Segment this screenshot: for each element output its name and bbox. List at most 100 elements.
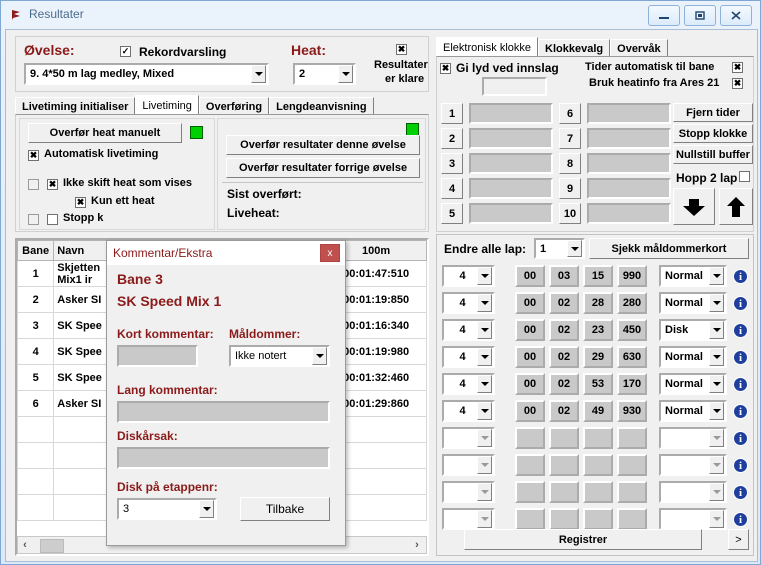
info-icon[interactable]: i (733, 269, 748, 284)
cell-bane[interactable] (17, 416, 55, 443)
lane-button-6[interactable]: 6 (559, 103, 581, 124)
cell-bane[interactable] (17, 468, 55, 495)
maximize-button[interactable] (684, 5, 716, 26)
diskarsak-input[interactable] (117, 447, 330, 469)
send-up-button[interactable] (719, 188, 753, 225)
entry-m-field[interactable]: 03 (549, 265, 579, 287)
lane-button-5[interactable]: 5 (441, 203, 463, 224)
entry-h-field[interactable]: 00 (515, 400, 545, 422)
cell-bane[interactable] (17, 442, 55, 469)
cell-bane[interactable]: 2 (17, 286, 55, 313)
lang-kommentar-input[interactable] (117, 401, 330, 423)
entry-status-combo[interactable]: Disk (659, 319, 727, 341)
lane-time-field-4[interactable] (469, 178, 553, 199)
entry-h-field[interactable]: 00 (515, 373, 545, 395)
entry-h-field[interactable] (515, 481, 545, 503)
chevron-down-icon[interactable] (709, 402, 724, 420)
send-down-button[interactable] (673, 188, 715, 225)
entry-m-field[interactable]: 02 (549, 400, 579, 422)
info-icon[interactable]: i (733, 323, 748, 338)
entry-lap-combo[interactable] (442, 508, 495, 530)
entry-h-field[interactable] (515, 427, 545, 449)
chevron-down-icon[interactable] (709, 483, 724, 501)
entry-s-field[interactable]: 29 (583, 346, 613, 368)
entry-ms-field[interactable]: 280 (617, 292, 647, 314)
entry-lap-combo[interactable] (442, 481, 495, 503)
entry-m-field[interactable]: 02 (549, 319, 579, 341)
lane-time-field-9[interactable] (587, 178, 671, 199)
entry-h-field[interactable]: 00 (515, 346, 545, 368)
chevron-down-icon[interactable] (709, 321, 724, 339)
lane-time-field-10[interactable] (587, 203, 671, 224)
scroll-right-icon[interactable]: › (410, 539, 424, 551)
lane-button-8[interactable]: 8 (559, 153, 581, 174)
chevron-down-icon[interactable] (709, 510, 724, 528)
entry-h-field[interactable] (515, 508, 545, 530)
resultater-klare-checkbox[interactable]: ✖ (396, 43, 407, 55)
entry-status-combo[interactable]: Normal (659, 346, 727, 368)
info-icon[interactable]: i (733, 296, 748, 311)
entry-lap-combo[interactable] (442, 454, 495, 476)
lane-time-field-3[interactable] (469, 153, 553, 174)
registrer-button[interactable]: Registrer (464, 529, 702, 550)
entry-s-field[interactable]: 15 (583, 265, 613, 287)
ovelse-combo[interactable]: 9. 4*50 m lag medley, Mixed (24, 63, 269, 85)
entry-ms-field[interactable] (617, 454, 647, 476)
entry-status-combo[interactable]: Normal (659, 265, 727, 287)
ikke-skift-heat-toggle-box[interactable] (28, 178, 39, 190)
entry-ms-field[interactable]: 990 (617, 265, 647, 287)
entry-m-field[interactable] (549, 508, 579, 530)
lane-button-4[interactable]: 4 (441, 178, 463, 199)
cell-bane[interactable] (17, 494, 55, 521)
info-icon[interactable]: i (733, 458, 748, 473)
entry-s-field[interactable]: 23 (583, 319, 613, 341)
entry-s-field[interactable]: 49 (583, 400, 613, 422)
lane-time-field-7[interactable] (587, 128, 671, 149)
entry-s-field[interactable] (583, 454, 613, 476)
chevron-down-icon[interactable] (477, 294, 492, 312)
chevron-down-icon[interactable] (709, 375, 724, 393)
fjern-tider-button[interactable]: Fjern tider (673, 103, 753, 122)
entry-h-field[interactable] (515, 454, 545, 476)
hopp-2-lap-checkbox[interactable] (739, 170, 750, 182)
entry-h-field[interactable]: 00 (515, 319, 545, 341)
automatisk-livetiming-checkbox[interactable]: ✖ (28, 149, 39, 161)
entry-m-field[interactable] (549, 481, 579, 503)
entry-m-field[interactable] (549, 454, 579, 476)
tilbake-button[interactable]: Tilbake (240, 497, 330, 521)
entry-lap-combo[interactable]: 4 (442, 292, 495, 314)
lane-time-field-6[interactable] (587, 103, 671, 124)
endre-alle-lap-combo[interactable]: 1 (534, 238, 585, 259)
chevron-down-icon[interactable] (477, 267, 492, 285)
entry-status-combo[interactable] (659, 427, 727, 449)
next-button[interactable]: > (728, 529, 749, 550)
chevron-down-icon[interactable] (709, 456, 724, 474)
entry-s-field[interactable] (583, 481, 613, 503)
entry-lap-combo[interactable]: 4 (442, 265, 495, 287)
chevron-down-icon[interactable] (477, 510, 492, 528)
sjekk-maldommerkort-button[interactable]: Sjekk måldommerkort (589, 238, 749, 259)
chevron-down-icon[interactable] (477, 429, 492, 447)
cell-bane[interactable]: 6 (17, 390, 55, 417)
chevron-down-icon[interactable] (312, 347, 327, 365)
entry-m-field[interactable]: 02 (549, 292, 579, 314)
entry-ms-field[interactable] (617, 427, 647, 449)
entry-s-field[interactable]: 53 (583, 373, 613, 395)
cell-bane[interactable]: 4 (17, 338, 55, 365)
stopp-klokke-checkbox[interactable] (47, 213, 58, 225)
dialog-close-button[interactable]: x (320, 244, 340, 262)
cell-bane[interactable]: 3 (17, 312, 55, 339)
chevron-down-icon[interactable] (477, 321, 492, 339)
gi-lyd-checkbox[interactable]: ✖ (440, 62, 451, 74)
tab-livetiming-initialiser[interactable]: Livetiming initialiser (15, 97, 136, 115)
entry-ms-field[interactable] (617, 481, 647, 503)
lane-button-7[interactable]: 7 (559, 128, 581, 149)
entry-h-field[interactable]: 00 (515, 265, 545, 287)
chevron-down-icon[interactable] (199, 500, 214, 518)
chevron-down-icon[interactable] (251, 65, 266, 83)
entry-status-combo[interactable]: Normal (659, 292, 727, 314)
lane-button-2[interactable]: 2 (441, 128, 463, 149)
entry-status-combo[interactable] (659, 454, 727, 476)
nullstill-buffer-button[interactable]: Nullstill buffer (673, 145, 753, 164)
tab-overvak[interactable]: Overvåk (610, 39, 668, 57)
